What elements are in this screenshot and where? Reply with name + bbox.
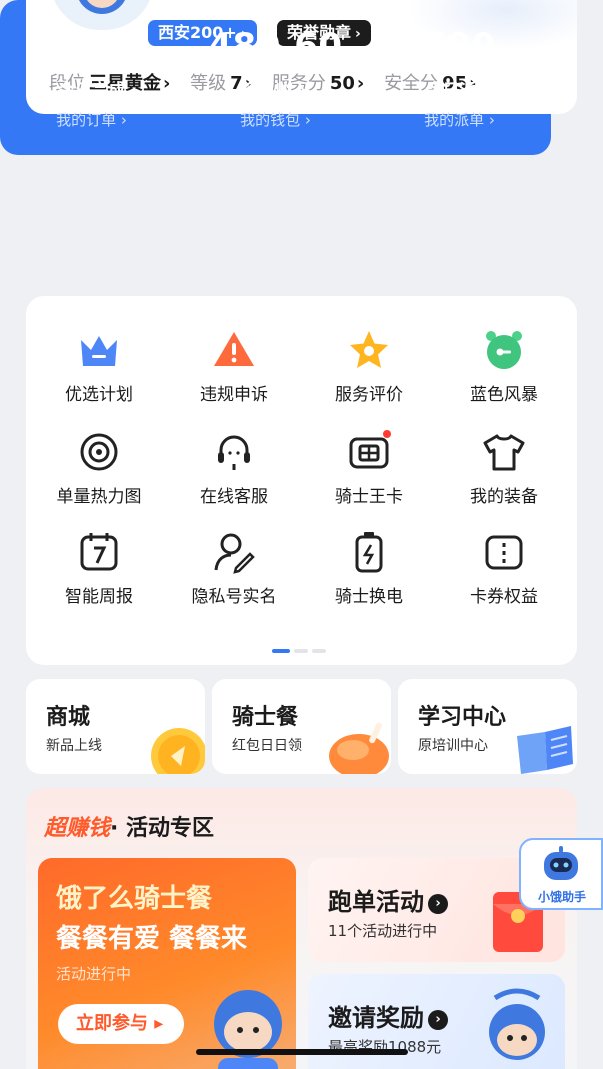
grid-item-service-review[interactable]: 服务评价: [301, 328, 437, 405]
grid-item-heatmap[interactable]: 单量热力图: [31, 430, 167, 507]
home-indicator[interactable]: [196, 1049, 408, 1055]
join-button[interactable]: 立即参与 ▸: [58, 1004, 184, 1044]
clock-icon: [486, 331, 522, 369]
activity-rider-meal-banner[interactable]: 饿了么骑士餐 餐餐有爱 餐餐来 活动进行中 立即参与 ▸: [38, 858, 296, 1069]
star-icon: [350, 331, 388, 368]
chicken-art: [329, 722, 389, 774]
activity-title: 超赚钱· 活动专区: [44, 816, 215, 841]
activity-zone: 超赚钱· 活动专区 饿了么骑士餐 餐餐有爱 餐餐来 活动进行中 立即参与 ▸ 跑…: [26, 788, 577, 1069]
coupon-icon: [485, 535, 523, 570]
promo-rider-meal[interactable]: 骑士餐 红包日日领: [212, 679, 391, 774]
assistant-button[interactable]: 小饿助手: [519, 838, 603, 910]
grid-item-my-equipment[interactable]: 我的装备: [436, 430, 572, 507]
user-edit-icon: [214, 533, 255, 574]
card-icon: [349, 430, 391, 469]
grid-item-rider-card[interactable]: 骑士王卡: [301, 430, 437, 507]
today-income[interactable]: 480.60 今日收入 我的钱包 ›: [184, 26, 367, 130]
grid-item-preferred-plan[interactable]: 优选计划: [31, 328, 167, 405]
grid-item-online-support[interactable]: 在线客服: [166, 430, 302, 507]
coin-art: [151, 728, 205, 774]
target-icon: [80, 433, 118, 471]
play-icon: ▸: [154, 1013, 164, 1034]
promo-mall[interactable]: 商城 新品上线: [26, 679, 205, 774]
promo-learning-center[interactable]: 学习中心 原培训中心: [398, 679, 577, 774]
calendar-icon: [80, 533, 118, 571]
battery-icon: [355, 532, 383, 573]
robot-icon: [544, 846, 578, 880]
rider-mascot-art: [214, 990, 282, 1069]
book-art: [517, 726, 573, 774]
feature-grid: 优选计划 违规申诉 服务评价 蓝色风暴 单量热力图 在线客服 骑士王卡 我的装备…: [26, 296, 577, 665]
arrow-right-icon: ›: [428, 894, 448, 914]
grid-item-weekly-report[interactable]: 智能周报: [31, 530, 167, 607]
warning-icon: [214, 332, 254, 366]
today-completed[interactable]: 43 今日完成 我的订单 ›: [0, 26, 183, 130]
grid-item-privacy-realname[interactable]: 隐私号实名: [166, 530, 302, 607]
page-indicator: [272, 638, 330, 653]
today-dispatch[interactable]: 690 今日派单 我的派单 ›: [368, 26, 551, 130]
grid-item-coupons[interactable]: 卡券权益: [436, 530, 572, 607]
headset-icon: [218, 435, 250, 470]
grid-item-battery-swap[interactable]: 骑士换电: [301, 530, 437, 607]
invite-mascot-art: [489, 988, 545, 1060]
arrow-right-icon: ›: [428, 1010, 448, 1030]
grid-item-blue-storm[interactable]: 蓝色风暴: [436, 328, 572, 405]
grid-item-violation-appeal[interactable]: 违规申诉: [166, 328, 302, 405]
tshirt-icon: [483, 434, 525, 471]
crown-icon: [81, 336, 117, 366]
